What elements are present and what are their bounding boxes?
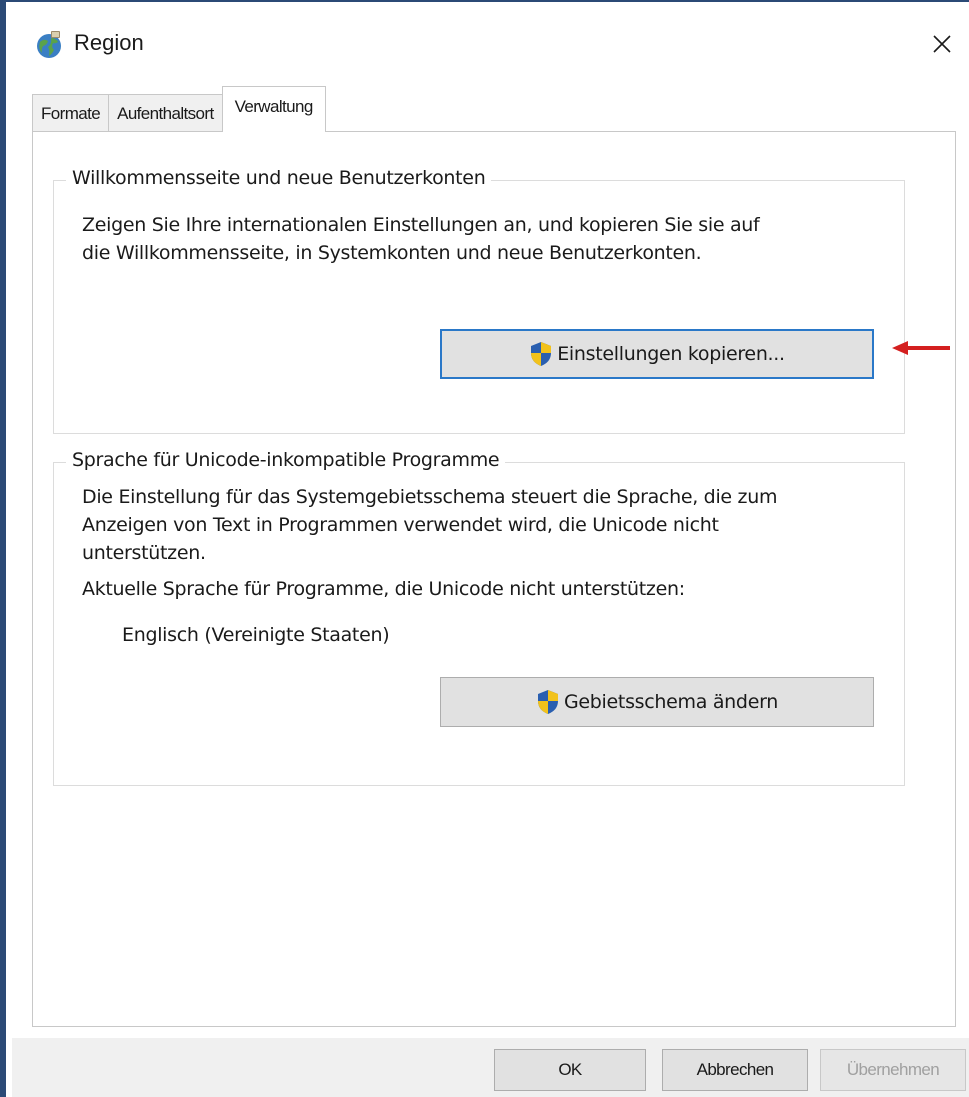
cancel-button[interactable]: Abbrechen — [662, 1049, 808, 1091]
uac-shield-icon — [531, 342, 552, 366]
change-locale-label: Gebietsschema ändern — [563, 691, 778, 713]
window-title: Region — [74, 30, 144, 55]
tab-formate[interactable]: Formate — [32, 94, 110, 132]
title-bar: Region — [6, 2, 969, 86]
unicode-group-title: Sprache für Unicode-inkompatible Program… — [66, 449, 506, 471]
tab-strip: Formate Aufenthaltsort Verwaltung — [32, 86, 326, 132]
welcome-description-line1: Zeigen Sie Ihre internationalen Einstell… — [82, 214, 760, 236]
tab-verwaltung[interactable]: Verwaltung — [221, 86, 326, 132]
unicode-group: Sprache für Unicode-inkompatible Program… — [53, 449, 905, 786]
welcome-group-title: Willkommensseite und neue Benutzerkonten — [66, 167, 492, 189]
copy-settings-button[interactable]: Einstellungen kopieren... — [440, 329, 874, 379]
tab-aufenthaltsort[interactable]: Aufenthaltsort — [108, 94, 223, 132]
unicode-description-line1: Die Einstellung für das Systemgebietssch… — [82, 486, 778, 508]
close-button[interactable] — [925, 24, 959, 64]
region-dialog: Region Formate Aufenthaltsort Verwaltung… — [0, 0, 969, 1097]
red-arrow-icon — [892, 341, 950, 355]
globe-icon — [37, 31, 61, 58]
unicode-description-line2: Anzeigen von Text in Programmen verwende… — [82, 514, 719, 536]
current-language-value: Englisch (Vereinigte Staaten) — [122, 624, 390, 646]
tab-panel-verwaltung: Willkommensseite und neue Benutzerkonten… — [32, 131, 956, 1027]
close-icon — [933, 35, 951, 53]
welcome-group: Willkommensseite und neue Benutzerkonten… — [53, 167, 905, 434]
welcome-description-line2: die Willkommensseite, in Systemkonten un… — [82, 242, 702, 264]
ok-button[interactable]: OK — [494, 1049, 646, 1091]
apply-button[interactable]: Übernehmen — [820, 1049, 966, 1091]
copy-settings-label: Einstellungen kopieren... — [557, 343, 785, 365]
uac-shield-icon — [537, 690, 558, 714]
unicode-description-line3: unterstützen. — [82, 542, 206, 564]
current-language-label: Aktuelle Sprache für Programme, die Unic… — [82, 578, 685, 600]
change-locale-button[interactable]: Gebietsschema ändern — [440, 677, 874, 727]
